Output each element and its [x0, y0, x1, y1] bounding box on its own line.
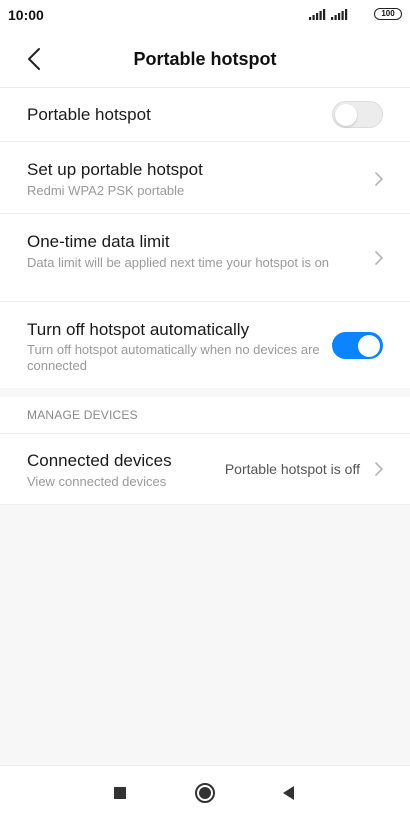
auto-off-toggle[interactable]: [332, 332, 383, 359]
auto-off-label: Turn off hotspot automatically: [27, 320, 250, 339]
setup-hotspot-subtitle: Redmi WPA2 PSK portable: [27, 183, 185, 198]
manage-devices-section: MANAGE DEVICES: [0, 397, 410, 434]
triangle-back-icon[interactable]: [277, 781, 301, 805]
setup-hotspot-label: Set up portable hotspot: [27, 160, 203, 179]
app-header: Portable hotspot: [0, 30, 410, 88]
portable-hotspot-toggle[interactable]: [332, 101, 383, 128]
connected-devices-status: Portable hotspot is off: [224, 461, 360, 477]
hotspot-settings-group: Portable hotspot Set up portable hotspot…: [0, 88, 410, 388]
chevron-right-icon: [375, 172, 383, 186]
chevron-right-icon: [375, 251, 383, 265]
circle-icon[interactable]: [193, 781, 217, 805]
page-title: Portable hotspot: [133, 49, 277, 69]
toggle-knob: [358, 334, 380, 357]
portable-hotspot-row[interactable]: Portable hotspot: [0, 88, 410, 142]
signal-icon-2: [331, 9, 348, 20]
status-bar: 10:00 100: [0, 0, 410, 30]
signal-icon: [309, 9, 326, 20]
setup-hotspot-row[interactable]: Set up portable hotspot Redmi WPA2 PSK p…: [0, 142, 410, 214]
auto-off-row[interactable]: Turn off hotspot automatically Turn off …: [0, 302, 410, 388]
connected-devices-label: Connected devices: [27, 451, 172, 470]
chevron-right-icon: [375, 462, 383, 476]
square-icon[interactable]: [108, 781, 132, 805]
screen: 10:00 100 Portable hotspot Portable hots…: [0, 0, 410, 821]
navigation-bar: [0, 765, 410, 821]
devices-group: Connected devices View connected devices…: [0, 434, 410, 505]
status-time: 10:00: [8, 7, 44, 23]
data-limit-subtitle: Data limit will be applied next time you…: [27, 255, 330, 270]
auto-off-subtitle: Turn off hotspot automatically when no d…: [27, 342, 320, 373]
section-header: MANAGE DEVICES: [27, 408, 138, 422]
portable-hotspot-label: Portable hotspot: [27, 105, 151, 124]
data-limit-row[interactable]: One-time data limit Data limit will be a…: [0, 214, 410, 302]
toggle-knob: [335, 103, 357, 126]
connected-devices-row[interactable]: Connected devices View connected devices…: [0, 434, 410, 504]
battery-icon: 100: [374, 8, 402, 20]
data-limit-label: One-time data limit: [27, 232, 170, 251]
